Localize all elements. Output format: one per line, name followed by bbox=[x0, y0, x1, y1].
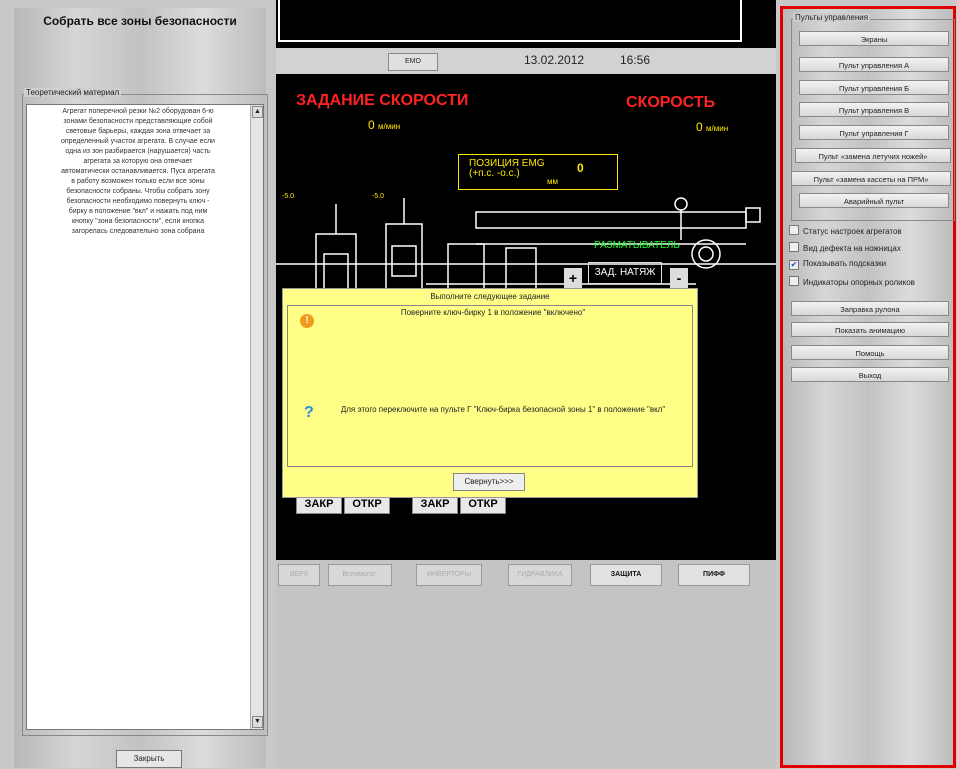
task-text: Поверните ключ-бирку 1 в положение "вклю… bbox=[400, 308, 586, 317]
panel-b-button[interactable]: Пульт управления Б bbox=[799, 80, 949, 95]
scroll-up-icon[interactable]: ▲ bbox=[252, 106, 263, 118]
tension-plus-button[interactable]: + bbox=[564, 268, 582, 288]
speed-title: СКОРОСТЬ bbox=[626, 94, 716, 111]
tab-hydraulics[interactable]: ГИДРАВЛИКА bbox=[508, 564, 572, 586]
coil-threading-button[interactable]: Заправка рулона bbox=[791, 301, 949, 316]
cassette-panel-button[interactable]: Пульт «замена кассеты на ПРМ» bbox=[791, 171, 951, 186]
mark-2: -5.0 bbox=[372, 193, 384, 200]
control-panels-label: Пульты управления bbox=[793, 13, 871, 22]
panel-a-button[interactable]: Пульт управления А bbox=[799, 57, 949, 72]
right-panel: Пульты управления Экраны Пульт управлени… bbox=[780, 6, 956, 768]
flying-knives-panel-button[interactable]: Пульт «замена летучих ножей» bbox=[795, 148, 951, 163]
tab-inverters[interactable]: ИНВЕРТОРЫ bbox=[416, 564, 482, 586]
date-display: 13.02.2012 bbox=[524, 53, 585, 67]
theory-text: Агрегат поперечной резки №2 оборудован 6… bbox=[61, 108, 215, 235]
checkbox-label: Индикаторы опорных роликов bbox=[803, 278, 915, 287]
dialog-title: Выполните следующее задание bbox=[430, 292, 550, 301]
theory-scrollbar[interactable]: ▲ ▼ bbox=[250, 105, 263, 729]
exit-button[interactable]: Выход bbox=[791, 367, 949, 382]
show-hints-checkbox[interactable]: ✔ Показывать подсказки bbox=[789, 259, 886, 270]
tab-piff[interactable]: ПИФФ bbox=[678, 564, 750, 586]
panel-title: Собрать все зоны безопасности bbox=[43, 14, 237, 28]
collapse-button[interactable]: Свернуть>>> bbox=[453, 473, 525, 491]
date-bar: EMO 13.02.2012 16:56 bbox=[276, 48, 776, 74]
tension-minus-button[interactable]: - bbox=[670, 268, 688, 288]
position-value: 0 bbox=[577, 161, 584, 175]
hint-text: Для этого переключите на пульте Г "Ключ-… bbox=[340, 405, 666, 414]
screen-tabs: ВЕРХ Вспомогат. ИНВЕРТОРЫ ГИДРАВЛИКА ЗАЩ… bbox=[276, 560, 776, 588]
close-button[interactable]: Закрыть bbox=[116, 750, 182, 768]
speed-task-readout: 0 м/мин bbox=[368, 118, 400, 132]
warning-icon: ! bbox=[300, 314, 314, 328]
position-label: ПОЗИЦИЯ EMG (+п.с. -о.с.) bbox=[469, 158, 545, 179]
left-panel: Собрать все зоны безопасности Теоретичес… bbox=[14, 8, 268, 768]
screens-button[interactable]: Экраны bbox=[799, 31, 949, 46]
theory-textbox[interactable]: Агрегат поперечной резки №2 оборудован 6… bbox=[26, 104, 264, 730]
dialog-content: ! Поверните ключ-бирку 1 в положение "вк… bbox=[287, 305, 693, 467]
checkbox-label: Показывать подсказки bbox=[803, 259, 887, 268]
question-icon: ? bbox=[304, 404, 314, 421]
defect-view-checkbox[interactable]: Вид дефекта на ножницах bbox=[789, 242, 901, 253]
speed-value: 0 bbox=[696, 120, 703, 134]
top-screen bbox=[276, 0, 776, 48]
tab-top[interactable]: ВЕРХ bbox=[278, 564, 320, 586]
scroll-down-icon[interactable]: ▼ bbox=[252, 716, 263, 728]
emergency-panel-button[interactable]: Аварийный пульт bbox=[799, 193, 949, 208]
checkbox-icon[interactable] bbox=[789, 225, 799, 235]
mark-1: -5.0 bbox=[282, 193, 294, 200]
theory-label: Теоретический материал bbox=[24, 88, 122, 97]
speed-readout: 0 м/мин bbox=[696, 120, 728, 134]
unwinder-label: РАЗМАТЫВАТЕЛЬ bbox=[594, 240, 680, 251]
tab-auxiliary[interactable]: Вспомогат. bbox=[328, 564, 392, 586]
checkbox-label: Статус настроек агрегатов bbox=[803, 227, 902, 236]
tension-label: ЗАД. НАТЯЖ bbox=[588, 262, 662, 284]
help-button[interactable]: Помощь bbox=[791, 345, 949, 360]
checkmark-icon[interactable]: ✔ bbox=[789, 260, 799, 270]
panel-g-button[interactable]: Пульт управления Г bbox=[799, 125, 949, 140]
speed-unit: м/мин bbox=[706, 124, 729, 133]
control-panels-group bbox=[791, 19, 955, 221]
time-display: 16:56 bbox=[620, 53, 651, 67]
task-dialog: Выполните следующее задание ! Поверните … bbox=[282, 288, 698, 498]
panel-v-button[interactable]: Пульт управления В bbox=[799, 102, 949, 117]
show-animation-button[interactable]: Показать анимацию bbox=[791, 322, 949, 337]
checkbox-icon[interactable] bbox=[789, 242, 799, 252]
speed-task-value: 0 bbox=[368, 118, 375, 132]
top-screen-frame bbox=[278, 0, 742, 42]
checkbox-label: Вид дефекта на ножницах bbox=[803, 244, 901, 253]
speed-task-unit: м/мин bbox=[378, 122, 401, 131]
tab-protection[interactable]: ЗАЩИТА bbox=[590, 564, 662, 586]
speed-task-title: ЗАДАНИЕ СКОРОСТИ bbox=[296, 92, 469, 109]
settings-status-checkbox[interactable]: Статус настроек агрегатов bbox=[789, 225, 902, 236]
roller-indicators-checkbox[interactable]: Индикаторы опорных роликов bbox=[789, 276, 915, 287]
emo-button[interactable]: EMO bbox=[388, 53, 438, 71]
checkbox-icon[interactable] bbox=[789, 276, 799, 286]
